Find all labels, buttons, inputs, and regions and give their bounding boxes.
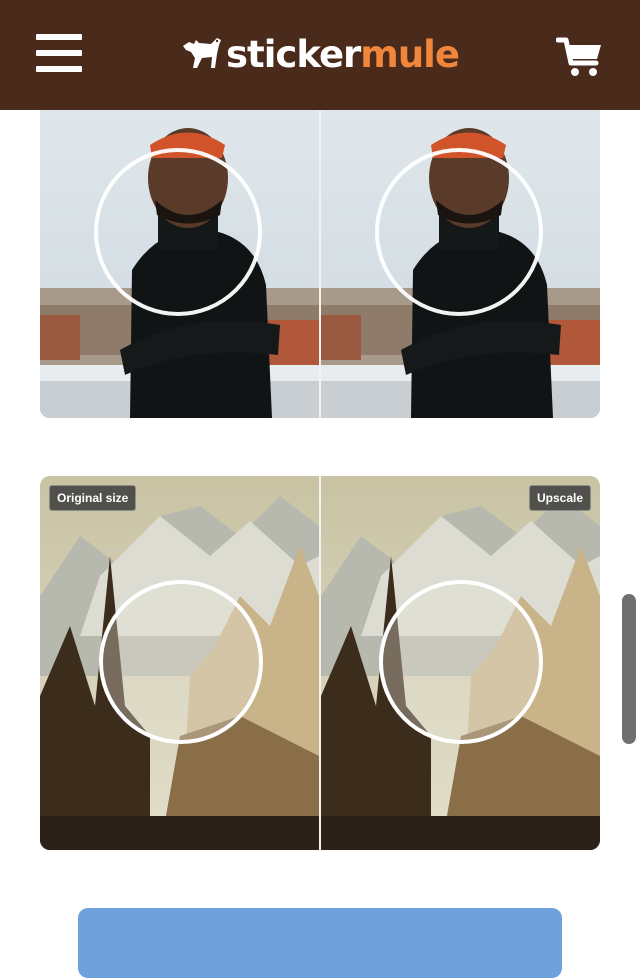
shopping-cart-icon[interactable]: [555, 36, 604, 78]
upscale-comparison-portrait: [40, 110, 600, 418]
mule-logo-icon: [183, 38, 221, 68]
logo-text-sticker: sticker: [226, 32, 361, 76]
original-size-badge: Original size: [49, 485, 137, 511]
portrait-original-image: [40, 110, 319, 418]
logo-text-mule: mule: [360, 32, 460, 76]
comparison-divider[interactable]: [319, 476, 321, 850]
page-scrollbar-thumb[interactable]: [622, 594, 636, 744]
castle-original-image: Original size: [40, 476, 319, 850]
castle-upscaled-image: Upscale: [321, 476, 600, 850]
upscale-badge: Upscale: [528, 485, 591, 511]
stickermule-logo[interactable]: stickermule: [180, 26, 460, 82]
upscale-comparison-castle: Original size Upscale: [40, 476, 600, 850]
site-header: stickermule: [0, 0, 640, 110]
hamburger-menu-icon[interactable]: [36, 32, 82, 74]
portrait-upscaled-image: [321, 110, 600, 418]
comparison-divider[interactable]: [319, 110, 321, 418]
cta-button[interactable]: [78, 908, 562, 978]
